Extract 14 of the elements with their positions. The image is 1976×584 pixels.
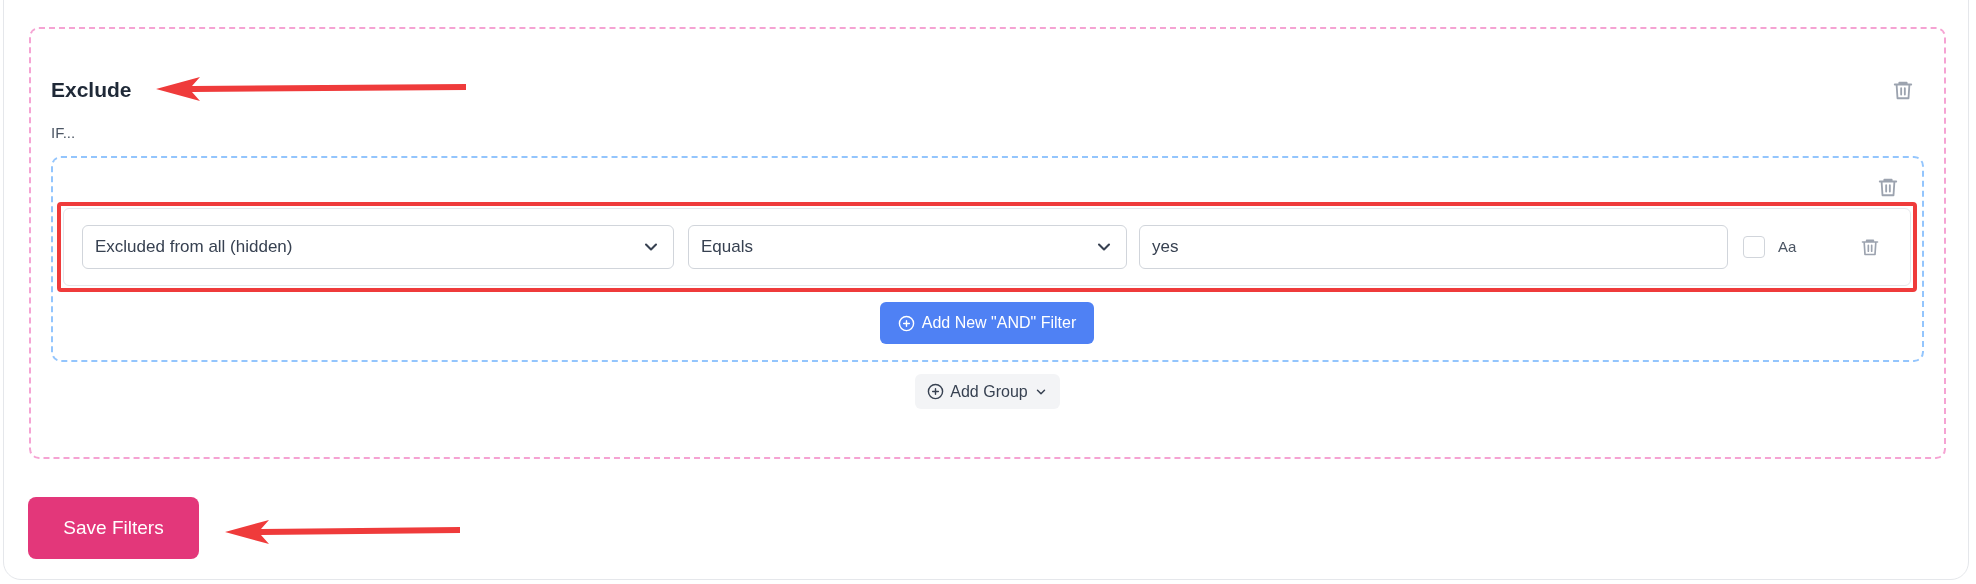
save-filters-button[interactable]: Save Filters (28, 497, 199, 559)
case-sensitive-label: Aa (1778, 236, 1797, 257)
add-filter-button[interactable]: Add New "AND" Filter (879, 302, 1095, 344)
plus-circle-icon (897, 314, 915, 332)
section-title: Exclude (51, 77, 132, 103)
field-select[interactable]: Excluded from all (hidden) (82, 225, 674, 269)
delete-icon[interactable] (1877, 176, 1899, 198)
add-group-button[interactable]: Add Group (915, 374, 1060, 409)
value-field[interactable]: yes (1139, 225, 1728, 269)
case-sensitive-checkbox[interactable] (1743, 236, 1765, 258)
plus-circle-icon (927, 383, 945, 400)
delete-icon[interactable] (1860, 237, 1880, 257)
condition-label: IF... (51, 122, 77, 143)
operator-select[interactable]: Equals (688, 225, 1127, 269)
